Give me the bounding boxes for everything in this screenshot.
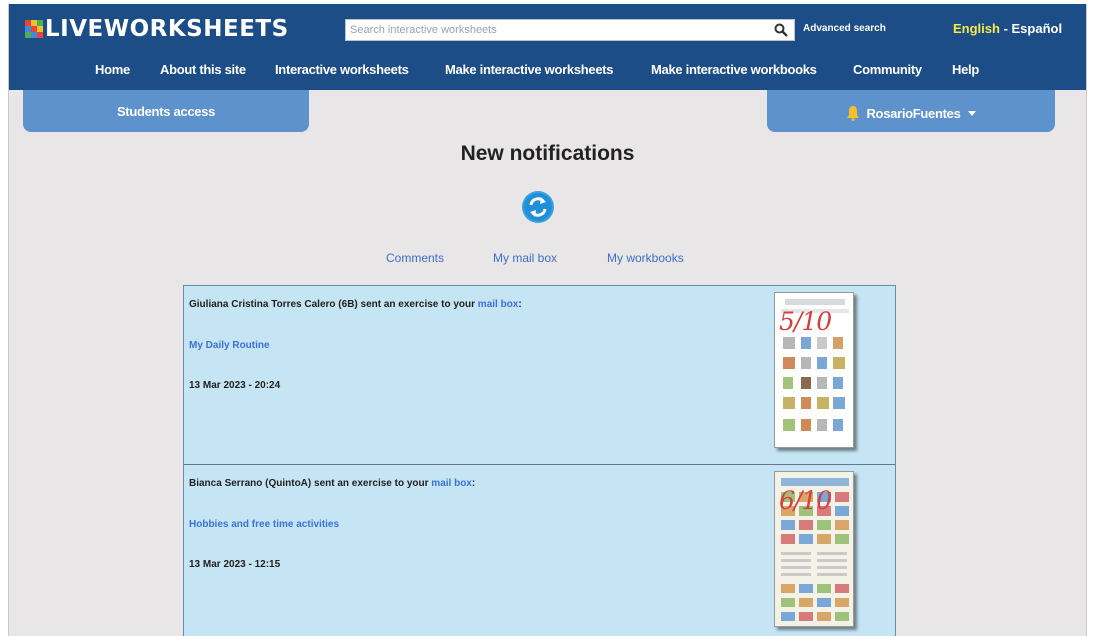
nav-help[interactable]: Help: [952, 62, 979, 77]
user-menu[interactable]: RosarioFuentes: [767, 90, 1055, 132]
worksheet-thumbnail[interactable]: 6/10: [774, 471, 854, 627]
grade-label: 6/10: [779, 486, 832, 515]
mail-box-link[interactable]: My mail box: [493, 251, 557, 265]
site-logo[interactable]: LIVEWORKSHEETS: [25, 13, 289, 45]
logo-text: LIVEWORKSHEETS: [45, 16, 289, 42]
bell-icon: [847, 106, 860, 121]
sender-text: Bianca Serrano (QuintoA) sent an exercis…: [189, 478, 432, 489]
search-button[interactable]: [770, 21, 792, 39]
suffix: :: [518, 299, 522, 310]
students-access-tab[interactable]: Students access: [23, 90, 309, 132]
notification-text: Giuliana Cristina Torres Calero (6B) sen…: [189, 299, 522, 310]
logo-grid-icon: [25, 20, 43, 38]
grade-label: 5/10: [779, 307, 832, 336]
lang-spanish-link[interactable]: Español: [1012, 21, 1063, 36]
nav-home[interactable]: Home: [95, 62, 130, 77]
page-title: New notifications: [460, 142, 635, 165]
worksheet-thumbnail[interactable]: 5/10: [774, 292, 854, 448]
search-box: [345, 19, 795, 41]
suffix: :: [471, 478, 476, 489]
refresh-icon[interactable]: [521, 190, 555, 224]
mailbox-link[interactable]: mail box: [431, 478, 472, 489]
notification-item: Bianca Serrano (QuintoA) sent an exercis…: [184, 464, 895, 636]
user-name: RosarioFuentes: [866, 105, 961, 121]
workbooks-link[interactable]: My workbooks: [607, 251, 684, 265]
worksheet-link[interactable]: Hobbies and free time activities: [189, 519, 339, 530]
search-icon: [774, 23, 788, 37]
main-nav: Home About this site Interactive workshe…: [9, 62, 1086, 84]
advanced-search-link[interactable]: Advanced search: [803, 23, 886, 34]
chevron-down-icon: [967, 110, 976, 116]
notification-date: 13 Mar 2023 - 20:24: [189, 380, 281, 391]
notification-text: Bianca Serrano (QuintoA) sent an exercis…: [189, 478, 475, 489]
header-bar: LIVEWORKSHEETS Advanced search English -…: [9, 4, 1086, 90]
notification-item: Giuliana Cristina Torres Calero (6B) sen…: [184, 286, 895, 464]
page-frame: LIVEWORKSHEETS Advanced search English -…: [8, 4, 1087, 636]
lang-english-link[interactable]: English: [953, 21, 1000, 36]
nav-about[interactable]: About this site: [160, 62, 246, 77]
search-input[interactable]: [346, 20, 766, 40]
comments-link[interactable]: Comments: [386, 251, 444, 265]
notification-date: 13 Mar 2023 - 12:15: [189, 559, 281, 570]
language-switcher: English - Español: [953, 21, 1062, 36]
lang-separator: -: [999, 21, 1012, 36]
nav-interactive-worksheets[interactable]: Interactive worksheets: [275, 62, 409, 77]
sender-text: Giuliana Cristina Torres Calero (6B) sen…: [189, 299, 478, 310]
nav-community[interactable]: Community: [853, 62, 922, 77]
nav-make-workbooks[interactable]: Make interactive workbooks: [651, 62, 817, 77]
mailbox-link[interactable]: mail box: [478, 299, 519, 310]
nav-make-worksheets[interactable]: Make interactive worksheets: [445, 62, 614, 77]
notification-list: Giuliana Cristina Torres Calero (6B) sen…: [183, 285, 896, 636]
worksheet-link[interactable]: My Daily Routine: [189, 340, 270, 351]
